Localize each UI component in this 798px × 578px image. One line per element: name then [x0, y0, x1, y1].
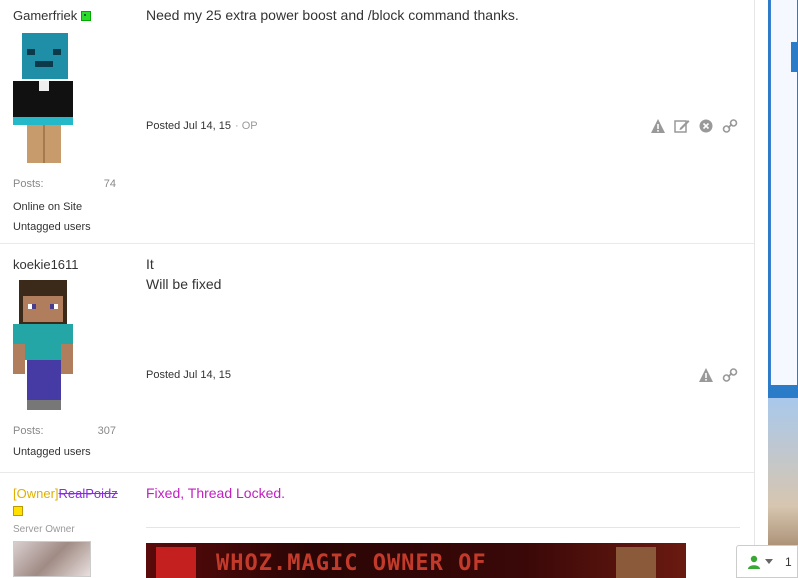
- status-icon: [13, 505, 23, 516]
- posts-count: 307: [97, 425, 116, 437]
- post-content: Need my 25 extra power boost and /block …: [146, 5, 519, 25]
- report-icon[interactable]: [650, 118, 666, 134]
- post-3: [Owner]RealPoidz Server Owner Fixed, Thr…: [0, 473, 754, 578]
- avatar[interactable]: [13, 541, 91, 577]
- username-link[interactable]: RealPoidz: [59, 486, 118, 501]
- post-content: It Will be fixed: [146, 254, 221, 294]
- post-content: Fixed, Thread Locked.: [146, 483, 285, 503]
- chevron-down-icon: [765, 558, 773, 564]
- posts-label: Posts:: [13, 425, 44, 437]
- post-actions: [698, 367, 738, 383]
- user-tag: Untagged users: [13, 446, 91, 458]
- link-icon[interactable]: [722, 367, 738, 383]
- post-text-line: It: [146, 256, 154, 272]
- post-author: Gamerfriek Posts: 74 Online on Site Unta…: [13, 0, 117, 233]
- edit-icon[interactable]: [674, 118, 690, 134]
- post-text-line: Fixed, Thread Locked.: [146, 485, 286, 501]
- username-link[interactable]: koekie1611: [13, 257, 79, 272]
- post-actions: [650, 118, 738, 134]
- post-author: koekie1611 Posts: 307 Untagged users: [13, 244, 117, 458]
- post-date[interactable]: Posted Jul 14, 15: [146, 120, 231, 132]
- username-link[interactable]: Gamerfriek: [13, 8, 77, 23]
- divider: [146, 527, 740, 528]
- posts-count: 74: [103, 178, 116, 190]
- post-text-line: Need my 25 extra power boost and /block …: [146, 7, 519, 23]
- signature-banner: WHOZ.MAGIC OWNER OF: [146, 543, 686, 578]
- background-sidebar: [768, 0, 798, 578]
- post-author: [Owner]RealPoidz Server Owner: [13, 473, 118, 577]
- op-badge: · OP: [235, 120, 258, 132]
- banner-text: WHOZ.MAGIC OWNER OF: [216, 551, 487, 576]
- post-1: Gamerfriek Posts: 74 Online on Site Unta…: [0, 0, 754, 244]
- post-footer: Posted Jul 14, 15 · OP: [146, 118, 738, 134]
- online-status-icon: [81, 10, 92, 21]
- users-online-widget[interactable]: 1: [736, 545, 798, 578]
- rank-prefix: [Owner]: [13, 486, 59, 501]
- user-title: Server Owner: [13, 524, 75, 535]
- report-icon[interactable]: [698, 367, 714, 383]
- avatar[interactable]: [13, 278, 83, 413]
- post-date[interactable]: Posted Jul 14, 15: [146, 369, 231, 381]
- avatar[interactable]: [13, 31, 83, 166]
- posts-label: Posts:: [13, 178, 44, 190]
- link-icon[interactable]: [722, 118, 738, 134]
- online-on-site: Online on Site: [13, 201, 83, 213]
- delete-icon[interactable]: [698, 118, 714, 134]
- users-count: 1: [785, 554, 792, 569]
- post-2: koekie1611 Posts: 307 Untagged users It …: [0, 244, 754, 473]
- user-tag: Untagged users: [13, 221, 91, 233]
- thread-posts: Gamerfriek Posts: 74 Online on Site Unta…: [0, 0, 755, 578]
- user-icon: [748, 555, 760, 569]
- post-footer: Posted Jul 14, 15: [146, 367, 738, 383]
- post-text-line: Will be fixed: [146, 276, 222, 292]
